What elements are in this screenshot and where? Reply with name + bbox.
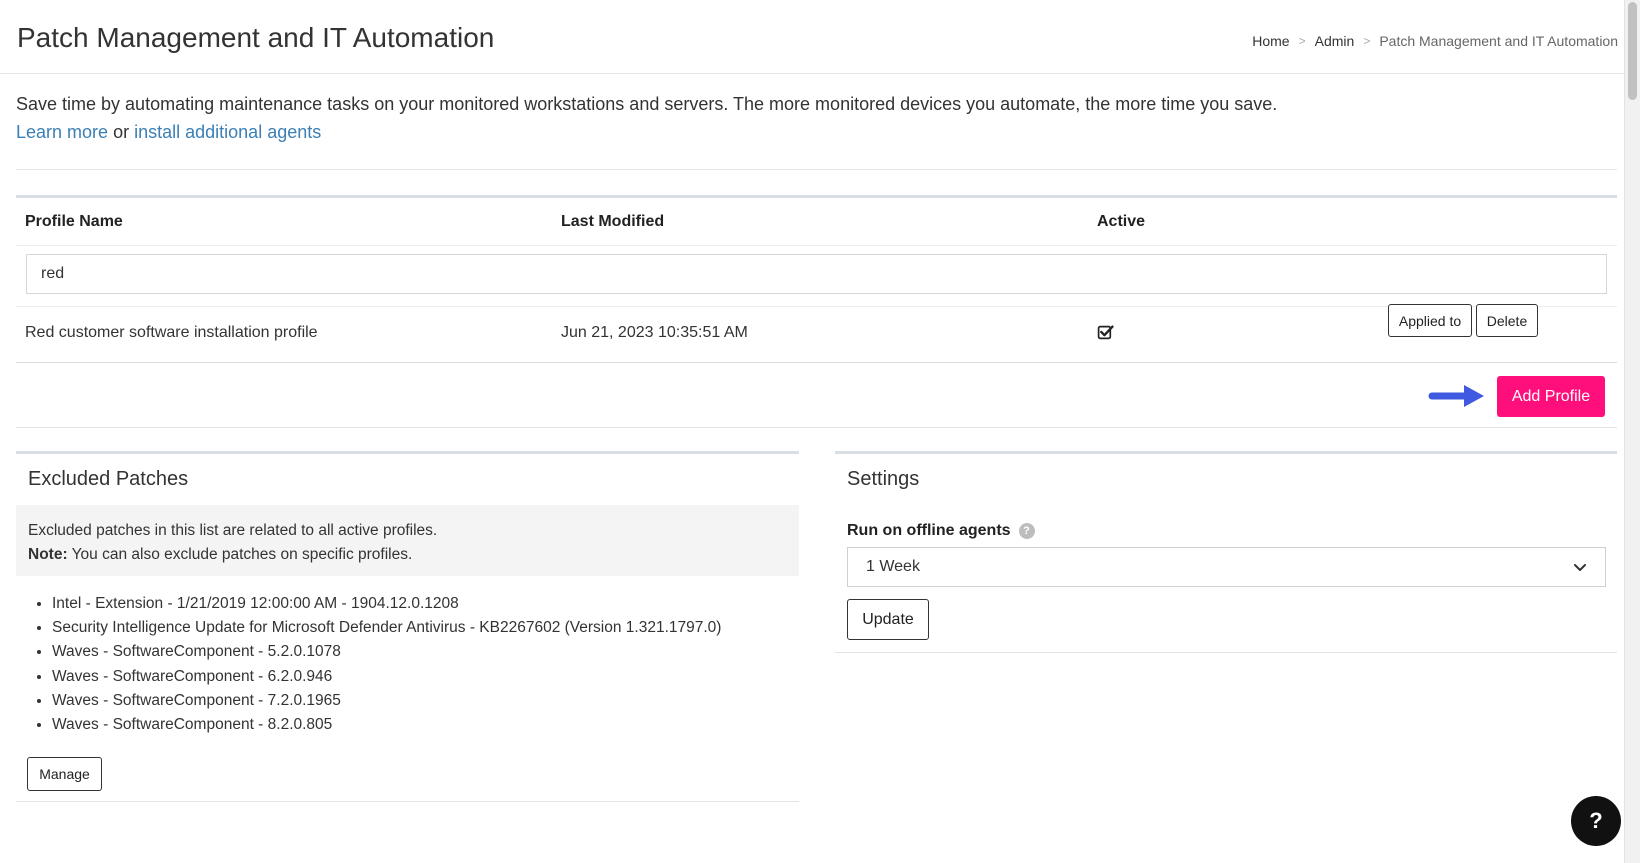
run-offline-selected-value: 1 Week bbox=[866, 558, 920, 575]
scrollbar-thumb[interactable] bbox=[1628, 2, 1637, 100]
divider bbox=[16, 245, 1617, 246]
run-offline-select[interactable]: 1 Week bbox=[847, 547, 1606, 587]
profiles-table: Profile Name Last Modified Active Red cu… bbox=[16, 195, 1617, 428]
list-item: Security Intelligence Update for Microso… bbox=[52, 616, 721, 640]
breadcrumb-home[interactable]: Home bbox=[1252, 33, 1289, 49]
divider bbox=[16, 169, 1617, 170]
run-offline-label-text: Run on offline agents bbox=[847, 522, 1011, 539]
breadcrumb-separator: > bbox=[1363, 34, 1371, 48]
note-line: You can also exclude patches on specific… bbox=[71, 546, 413, 563]
help-button[interactable]: ? bbox=[1571, 796, 1621, 846]
intro-description: Save time by automating maintenance task… bbox=[16, 94, 1278, 114]
install-agents-link[interactable]: install additional agents bbox=[134, 122, 321, 142]
page-title: Patch Management and IT Automation bbox=[17, 22, 495, 53]
list-item: Waves - SoftwareComponent - 8.2.0.805 bbox=[52, 713, 721, 737]
delete-button[interactable]: Delete bbox=[1476, 304, 1538, 337]
column-header-active[interactable]: Active bbox=[1097, 213, 1145, 231]
list-item: Waves - SoftwareComponent - 7.2.0.1965 bbox=[52, 689, 721, 713]
column-header-last-modified[interactable]: Last Modified bbox=[561, 213, 664, 231]
checked-checkbox-icon bbox=[1097, 325, 1114, 340]
breadcrumb-admin[interactable]: Admin bbox=[1315, 33, 1355, 49]
breadcrumb: Home > Admin > Patch Management and IT A… bbox=[1252, 33, 1618, 49]
learn-more-link[interactable]: Learn more bbox=[16, 122, 108, 142]
page-scrollbar[interactable] bbox=[1624, 0, 1640, 863]
add-profile-button[interactable]: Add Profile bbox=[1497, 376, 1605, 417]
divider bbox=[16, 306, 1617, 307]
list-item: Waves - SoftwareComponent - 5.2.0.1078 bbox=[52, 640, 721, 664]
list-item: Intel - Extension - 1/21/2019 12:00:00 A… bbox=[52, 592, 721, 616]
excluded-patches-list: Intel - Extension - 1/21/2019 12:00:00 A… bbox=[52, 592, 721, 737]
note-label: Note: bbox=[28, 546, 68, 563]
run-offline-label: Run on offline agents ? bbox=[847, 522, 1035, 540]
page-header: Patch Management and IT Automation Home … bbox=[0, 0, 1640, 74]
list-item: Waves - SoftwareComponent - 6.2.0.946 bbox=[52, 665, 721, 689]
excluded-patches-panel: Excluded Patches Excluded patches in thi… bbox=[16, 451, 799, 802]
manage-button[interactable]: Manage bbox=[27, 757, 102, 791]
help-icon[interactable]: ? bbox=[1018, 523, 1035, 539]
excluded-patches-title: Excluded Patches bbox=[28, 468, 189, 490]
update-button[interactable]: Update bbox=[847, 599, 929, 640]
excluded-patches-note: Excluded patches in this list are relate… bbox=[16, 505, 799, 576]
profile-name-link[interactable]: Red customer software installation profi… bbox=[25, 324, 318, 342]
column-header-profile-name[interactable]: Profile Name bbox=[25, 213, 123, 231]
breadcrumb-current: Patch Management and IT Automation bbox=[1379, 33, 1618, 49]
divider bbox=[16, 362, 1617, 363]
chevron-down-icon bbox=[1574, 564, 1586, 571]
settings-title: Settings bbox=[847, 468, 920, 490]
intro-or: or bbox=[113, 122, 130, 142]
last-modified-value: Jun 21, 2023 10:35:51 AM bbox=[561, 324, 748, 341]
profile-name-filter-input[interactable] bbox=[26, 254, 1607, 294]
intro-text: Save time by automating maintenance task… bbox=[16, 90, 1277, 146]
arrow-right-icon bbox=[1428, 385, 1484, 407]
breadcrumb-separator: > bbox=[1298, 34, 1306, 48]
applied-to-button[interactable]: Applied to bbox=[1388, 304, 1472, 337]
note-line: Excluded patches in this list are relate… bbox=[28, 522, 438, 539]
settings-panel: Settings Run on offline agents ? 1 Week … bbox=[835, 451, 1617, 653]
